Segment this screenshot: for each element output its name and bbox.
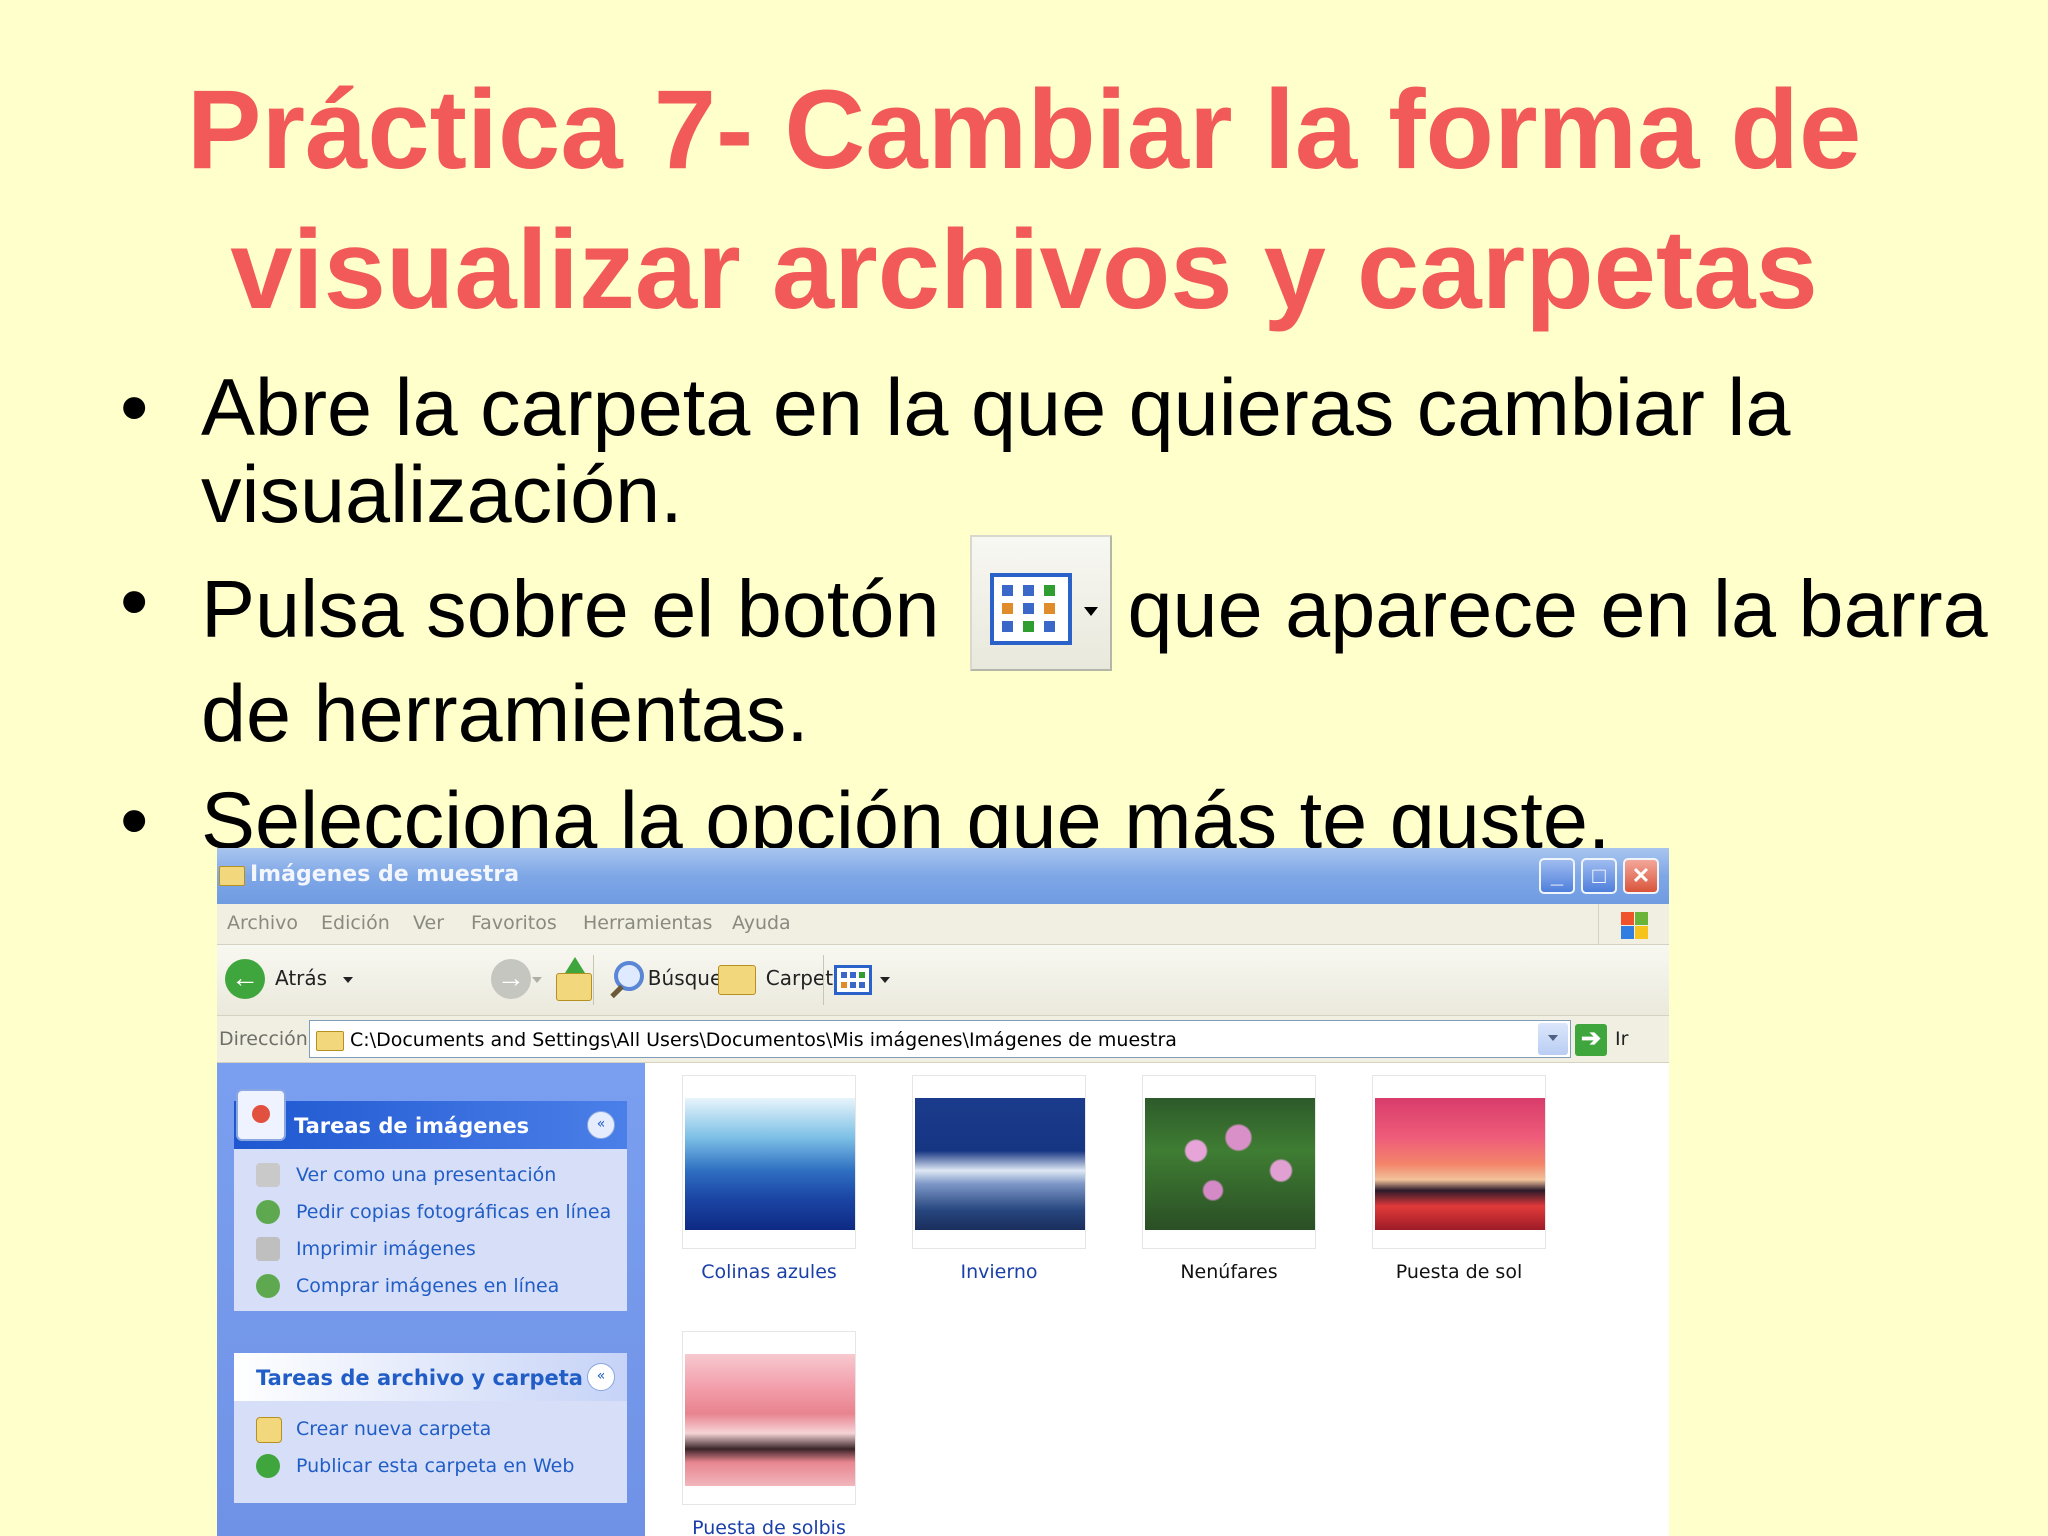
bullet-item: • Pulsa sobre el botón que aparece en la… — [120, 535, 2000, 758]
folder-icon — [316, 1031, 344, 1051]
window-title: Imágenes de muestra — [250, 862, 520, 887]
menu-favoritos[interactable]: Favoritos — [471, 912, 557, 934]
publish-web-icon — [256, 1454, 280, 1478]
thumbnail-frame — [912, 1075, 1086, 1249]
menu-ayuda[interactable]: Ayuda — [732, 912, 791, 934]
file-name: Colinas azules — [701, 1261, 837, 1283]
chevron-down-icon[interactable] — [343, 977, 353, 983]
file-name: Nenúfares — [1180, 1261, 1278, 1283]
menu-herramientas[interactable]: Herramientas — [583, 912, 712, 934]
panel-header[interactable]: Tareas de archivo y carpeta « — [234, 1353, 627, 1401]
bullet-dot: • — [120, 776, 149, 866]
picture-tasks-icon — [236, 1089, 286, 1141]
address-label: Dirección — [219, 1028, 308, 1050]
panel-title: Tareas de archivo y carpeta — [256, 1366, 583, 1390]
panel-file-folder-tasks: Tareas de archivo y carpeta « Crear nuev… — [234, 1353, 627, 1503]
printer-icon — [256, 1237, 280, 1261]
address-input[interactable]: C:\Documents and Settings\All Users\Docu… — [309, 1020, 1571, 1058]
panel-picture-tasks: Tareas de imágenes « Ver como una presen… — [234, 1089, 627, 1311]
file-name: Puesta de sol — [1395, 1261, 1523, 1283]
toolbar: ← Atrás → Búsqueda Carpetas — [217, 945, 1669, 1016]
slide-title: Práctica 7- Cambiar la forma de visualiz… — [0, 60, 2048, 340]
slide-title-line-1: Práctica 7- Cambiar la forma de — [186, 67, 1862, 192]
maximize-button[interactable]: □ — [1581, 858, 1617, 894]
slideshow-icon — [256, 1163, 280, 1187]
windows-logo-icon — [1598, 904, 1669, 944]
up-folder-icon — [556, 973, 593, 1001]
search-icon-handle — [610, 984, 624, 999]
thumbnail-water-lilies — [1145, 1098, 1315, 1230]
views-grid-icon — [989, 573, 1072, 645]
bullet-text: Abre la carpeta en la que quieras cambia… — [201, 363, 1791, 540]
thumbnail-frame — [1372, 1075, 1546, 1249]
forward-button[interactable]: → — [485, 945, 557, 1015]
thumbnail-frame — [682, 1075, 856, 1249]
go-button[interactable]: ➔ — [1575, 1024, 1607, 1056]
globe-icon — [256, 1274, 280, 1298]
thumbnail-blue-hills — [685, 1098, 855, 1230]
minimize-icon: _ — [1550, 863, 1564, 888]
chevron-down-icon — [1083, 607, 1098, 616]
file-name: Puesta de solbis — [692, 1517, 846, 1536]
minimize-button[interactable]: _ — [1539, 858, 1575, 894]
views-icon — [834, 965, 873, 995]
close-icon: ✕ — [1631, 863, 1651, 888]
bullet-list: • Abre la carpeta en la que quieras camb… — [120, 365, 2000, 885]
chevron-down-icon — [880, 977, 891, 983]
menu-bar: Archivo Edición Ver Favoritos Herramient… — [217, 904, 1669, 945]
collapse-chevron-icon[interactable]: « — [587, 1363, 615, 1391]
thumbnail-frame — [682, 1331, 856, 1505]
file-name: Invierno — [960, 1261, 1038, 1283]
views-button[interactable] — [830, 945, 900, 1015]
toolbar-separator — [823, 955, 825, 1005]
file-view: Colinas azules Invierno Nenúfares Puesta… — [645, 1063, 1669, 1536]
new-folder-icon — [256, 1417, 282, 1443]
forward-arrow-icon: → — [490, 959, 531, 999]
chevron-down-icon — [1548, 1035, 1558, 1041]
bullet-item: • Abre la carpeta en la que quieras camb… — [120, 365, 2000, 539]
menu-archivo[interactable]: Archivo — [227, 912, 298, 934]
globe-icon — [256, 1200, 280, 1224]
address-dropdown-button[interactable] — [1538, 1023, 1568, 1055]
bullet-dot: • — [120, 557, 149, 647]
back-label: Atrás — [275, 966, 328, 990]
folder-icon — [219, 866, 245, 886]
panel-title: Tareas de imágenes — [294, 1114, 530, 1138]
menu-ver[interactable]: Ver — [413, 912, 444, 934]
thumbnail-winter — [915, 1098, 1085, 1230]
bullet-text-before: Pulsa sobre el botón — [201, 564, 940, 655]
collapse-chevron-icon[interactable]: « — [587, 1111, 615, 1139]
thumbnail-sunset-bis — [685, 1354, 855, 1486]
back-arrow-icon: ← — [225, 959, 265, 999]
thumbnail-frame — [1142, 1075, 1316, 1249]
task-pane: Tareas de imágenes « Ver como una presen… — [217, 1063, 645, 1536]
menu-edicion[interactable]: Edición — [321, 912, 390, 934]
maximize-icon: □ — [1592, 863, 1606, 888]
folders-icon — [717, 965, 756, 995]
chevron-down-icon[interactable] — [532, 977, 543, 983]
address-path: C:\Documents and Settings\All Users\Docu… — [350, 1029, 1177, 1051]
bullet-dot: • — [120, 363, 149, 453]
go-label[interactable]: Ir — [1615, 1028, 1628, 1050]
window-titlebar[interactable]: Imágenes de muestra _ □ ✕ — [217, 848, 1669, 904]
panel-header[interactable]: Tareas de imágenes « — [234, 1089, 627, 1149]
back-button[interactable]: ← Atrás — [225, 945, 365, 1015]
go-arrow-icon: ➔ — [1580, 1025, 1602, 1052]
toolbar-separator — [592, 955, 594, 1005]
close-button[interactable]: ✕ — [1623, 858, 1659, 894]
address-bar: Dirección C:\Documents and Settings\All … — [217, 1016, 1669, 1063]
slide-title-line-2: visualizar archivos y carpetas — [230, 207, 1818, 332]
thumbnail-sunset — [1375, 1098, 1545, 1230]
views-button-illustration — [969, 535, 1112, 671]
explorer-window: Imágenes de muestra _ □ ✕ Archivo Edició… — [217, 848, 1669, 1536]
